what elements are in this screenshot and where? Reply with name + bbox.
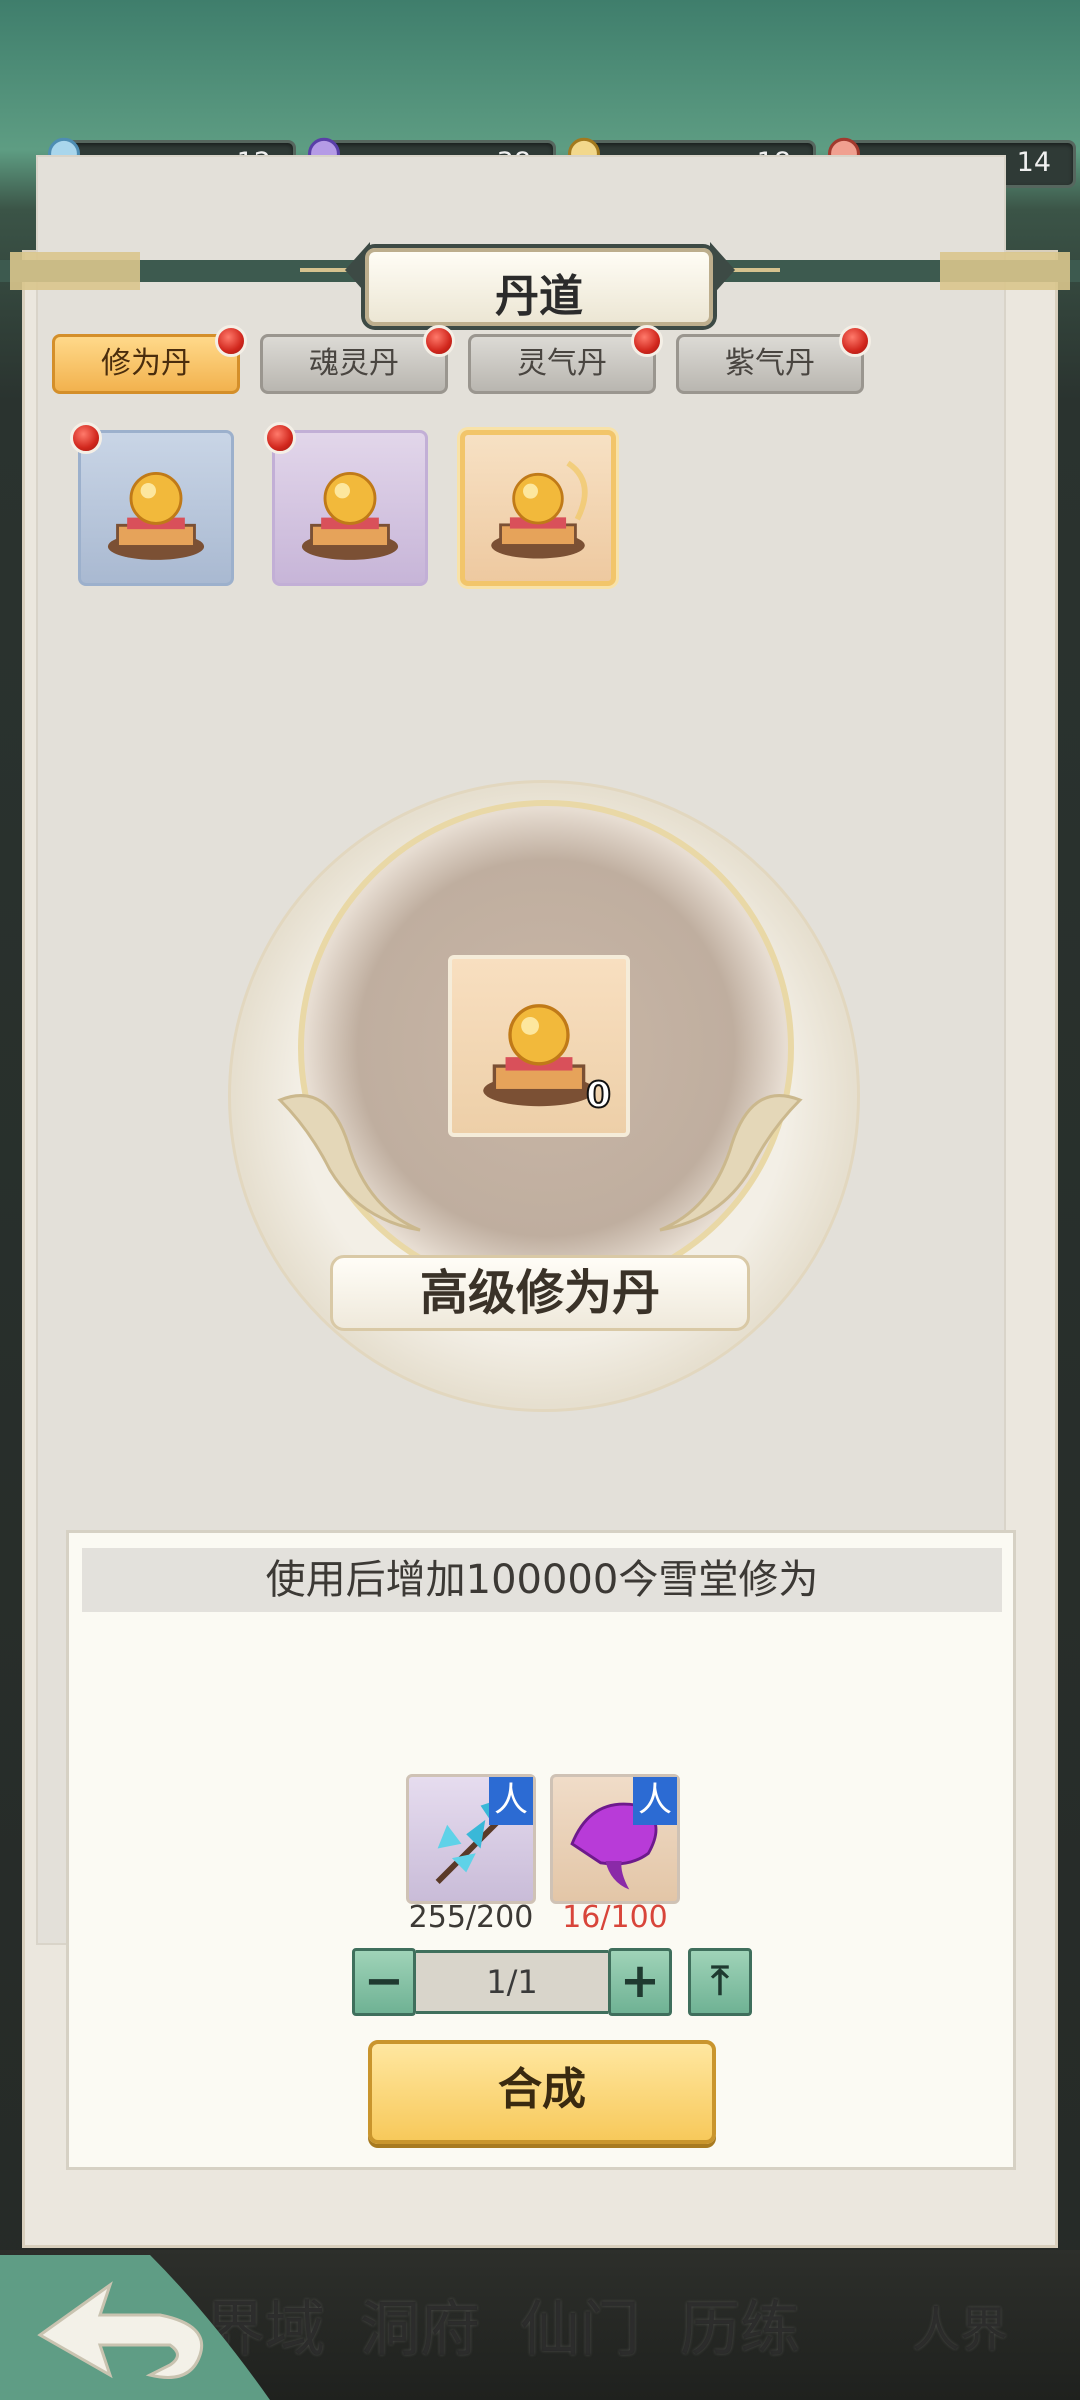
max-quantity-button[interactable]: ⤒	[688, 1948, 752, 2016]
material-count: 16/100	[562, 1900, 668, 1935]
tab-lingqi-dan[interactable]: 灵气丹	[468, 334, 656, 394]
pill-orb-icon	[301, 471, 399, 560]
notification-dot	[264, 422, 296, 454]
quantity-display: 1/1	[416, 1950, 608, 2014]
nav-item-dongfu[interactable]: 洞府	[345, 2270, 495, 2390]
resource-value: 14	[1016, 147, 1051, 178]
pill-slot-low[interactable]	[78, 430, 234, 586]
back-arrow-icon[interactable]	[0, 2255, 270, 2400]
tab-label: 魂灵丹	[309, 346, 399, 381]
pill-description: 使用后增加100000今雪堂修为	[82, 1548, 1002, 1612]
page-title: 丹道	[495, 271, 583, 322]
title-plate: 丹道	[365, 248, 713, 326]
notification-dot	[631, 325, 663, 357]
tier-badge: 人	[489, 1777, 533, 1825]
notification-dot	[423, 325, 455, 357]
pill-count: 0	[585, 1074, 612, 1117]
pill-orb-icon	[491, 460, 588, 559]
notification-dot	[839, 325, 871, 357]
pill-slot-high-selected[interactable]	[460, 430, 616, 586]
nav-item-lilian[interactable]: 历练	[665, 2270, 815, 2390]
synthesize-button[interactable]: 合成	[368, 2040, 716, 2144]
material-slot-mushroom[interactable]: 人	[550, 1774, 680, 1904]
nav-item-renjie[interactable]: 人界	[885, 2270, 1035, 2390]
nav-item-xianmen[interactable]: 仙门	[505, 2270, 655, 2390]
tier-badge: 人	[633, 1777, 677, 1825]
tab-label: 紫气丹	[725, 346, 815, 381]
notification-dot	[70, 422, 102, 454]
decrease-button[interactable]: −	[352, 1948, 416, 2016]
tab-xiuwei-dan[interactable]: 修为丹	[52, 334, 240, 394]
tab-label: 修为丹	[101, 346, 191, 381]
tab-hunling-dan[interactable]: 魂灵丹	[260, 334, 448, 394]
tab-label: 灵气丹	[517, 346, 607, 381]
pill-name: 高级修为丹	[419, 1265, 660, 1321]
pill-slot-mid[interactable]	[272, 430, 428, 586]
notification-dot	[215, 325, 247, 357]
pill-orb-icon	[107, 471, 205, 560]
material-slot-flower[interactable]: 人	[406, 1774, 536, 1904]
increase-button[interactable]: +	[608, 1948, 672, 2016]
tab-ziqi-dan[interactable]: 紫气丹	[676, 334, 864, 394]
pill-name-plate: 高级修为丹	[330, 1255, 750, 1331]
